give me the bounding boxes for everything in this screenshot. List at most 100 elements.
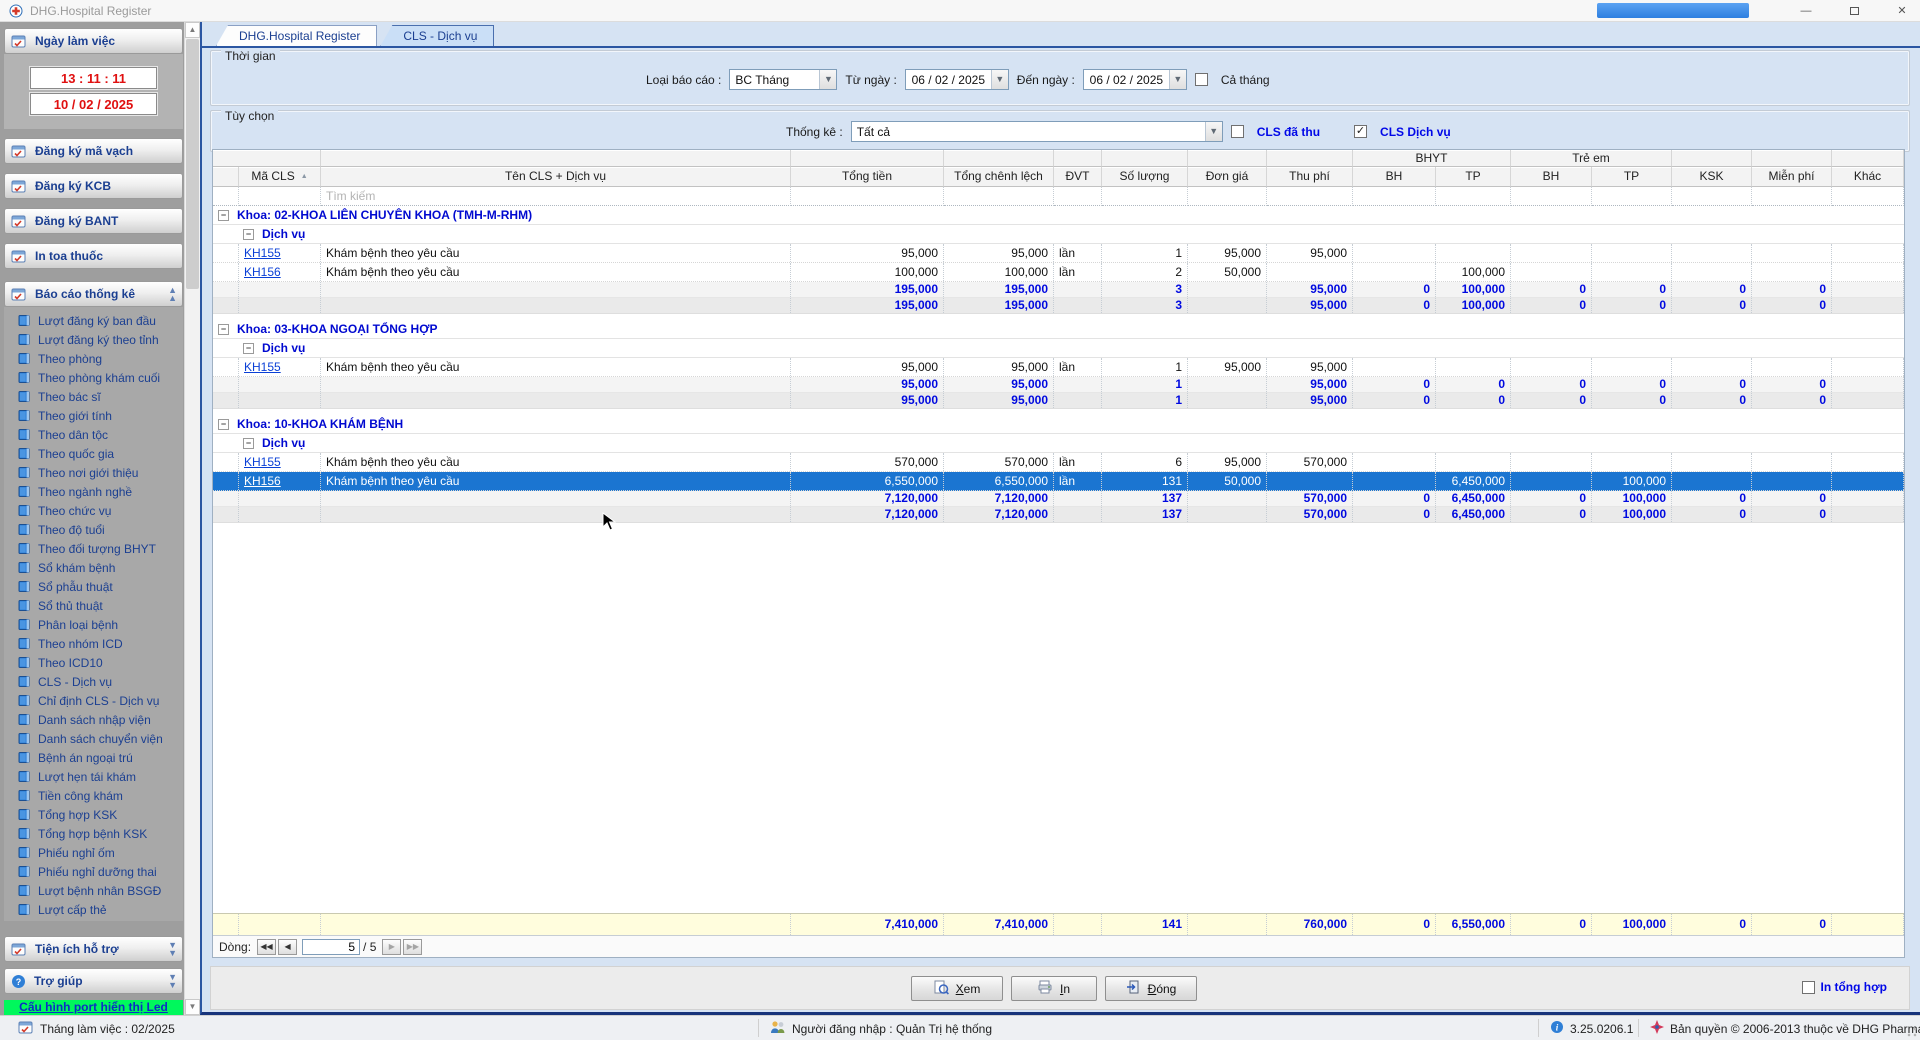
- sidebar-report-item[interactable]: Theo chức vụ: [4, 501, 183, 520]
- col-dvt[interactable]: ĐVT: [1054, 167, 1102, 187]
- sidebar-report-item[interactable]: Theo dân tộc: [4, 425, 183, 444]
- collapse-icon[interactable]: −: [218, 418, 229, 430]
- subtotal-row[interactable]: 195,000 195,000 3 95,000 0 100,000 0 0 0 0: [213, 282, 1904, 298]
- whole-month-checkbox[interactable]: [1194, 73, 1208, 86]
- sidebar-section-reports[interactable]: Báo cáo thống kê ▲ ▲: [4, 281, 183, 307]
- sidebar-report-item[interactable]: Phân loại bệnh: [4, 615, 183, 634]
- sidebar-report-item[interactable]: Theo nhóm ICD: [4, 634, 183, 653]
- group-row-khoa[interactable]: − Khoa: 10-KHOA KHÁM BỆNH: [213, 415, 1904, 434]
- collapse-icon[interactable]: −: [218, 323, 229, 335]
- cls-collected-checkbox[interactable]: [1230, 125, 1244, 138]
- chevron-down-icon[interactable]: ▼: [819, 70, 837, 89]
- table-row[interactable]: KH156 Khám bệnh theo yêu cầu 100,000 100,00…: [213, 263, 1904, 282]
- sidebar-report-item[interactable]: Theo ICD10: [4, 653, 183, 672]
- col-thu-phi[interactable]: Thu phí: [1267, 167, 1353, 187]
- close-icon[interactable]: ✕: [1880, 0, 1920, 22]
- group-total-row[interactable]: 7,120,000 7,120,000 137 570,000 0 6,450,000 0 1…: [213, 507, 1904, 523]
- subtotal-row[interactable]: 95,000 95,000 1 95,000 0 0 0 0 0 0: [213, 377, 1904, 393]
- close-button[interactable]: Đóng: [1105, 976, 1197, 1001]
- prev-page-icon[interactable]: ◀: [278, 938, 298, 955]
- print-summary-checkbox[interactable]: [1802, 980, 1816, 994]
- subtotal-row[interactable]: 7,120,000 7,120,000 137 570,000 0 6,450,000 0 1…: [213, 491, 1904, 507]
- tab-cls-dich-vu[interactable]: CLS - Dịch vụ: [380, 25, 495, 46]
- table-row[interactable]: KH155 Khám bệnh theo yêu cầu 95,000 95,000 l…: [213, 358, 1904, 377]
- sidebar-report-item[interactable]: Lượt cấp thẻ: [4, 900, 183, 919]
- cls-code-link[interactable]: KH155: [244, 455, 281, 469]
- group-row-khoa[interactable]: − Khoa: 02-KHOA LIÊN CHUYÊN KHOA (TMH-M-R…: [213, 206, 1904, 225]
- sidebar-report-item[interactable]: Sổ phẫu thuật: [4, 577, 183, 596]
- report-type-select[interactable]: BC Tháng ▼: [729, 69, 838, 90]
- led-config-link[interactable]: Cấu hình port hiển thị Led: [4, 1000, 183, 1015]
- table-row[interactable]: KH155 Khám bệnh theo yêu cầu 95,000 95,000 l…: [213, 244, 1904, 263]
- view-button[interactable]: Xem: [911, 976, 1003, 1001]
- sidebar-report-item[interactable]: Theo đối tượng BHYT: [4, 539, 183, 558]
- filter-ma-cls[interactable]: [239, 187, 321, 206]
- sidebar-scrollbar[interactable]: ▲ ▼: [184, 22, 200, 1015]
- table-row[interactable]: KH155 Khám bệnh theo yêu cầu 570,000 570,00…: [213, 453, 1904, 472]
- resize-grip[interactable]: [1906, 1026, 1918, 1038]
- col-treem-tp[interactable]: TP: [1592, 167, 1672, 187]
- group-total-row[interactable]: 195,000 195,000 3 95,000 0 100,000 0 0 0 0: [213, 298, 1904, 314]
- chevron-down-icon[interactable]: ▼ ▼: [168, 941, 177, 958]
- sidebar-report-item[interactable]: Theo giới tính: [4, 406, 183, 425]
- sidebar-group-tiện-ích-hỗ-trợ[interactable]: Tiện ích hỗ trợ ▼ ▼: [4, 936, 183, 962]
- table-row-selected[interactable]: KH156 Khám bệnh theo yêu cầu 6,550,000 6,55…: [213, 472, 1904, 491]
- sidebar-group-trợ-giúp[interactable]: ? Trợ giúp ▼ ▼: [4, 968, 183, 994]
- page-input[interactable]: 5: [302, 938, 361, 955]
- sidebar-report-item[interactable]: Lượt đăng ký theo tỉnh: [4, 330, 183, 349]
- maximize-button[interactable]: [1832, 0, 1876, 22]
- sidebar-report-item[interactable]: Bệnh án ngoại trú: [4, 748, 183, 767]
- col-ksk[interactable]: KSK: [1672, 167, 1752, 187]
- scrollbar-thumb[interactable]: [186, 39, 199, 289]
- col-so-luong[interactable]: Số lượng: [1102, 167, 1188, 187]
- sidebar-report-item[interactable]: Chỉ định CLS - Dịch vụ: [4, 691, 183, 710]
- sidebar-group-in-toa-thuốc[interactable]: In toa thuốc: [4, 243, 183, 269]
- sidebar-report-item[interactable]: CLS - Dịch vụ: [4, 672, 183, 691]
- sidebar-report-item[interactable]: Theo độ tuổi: [4, 520, 183, 539]
- scroll-up-icon[interactable]: ▲: [185, 22, 200, 38]
- to-date-input[interactable]: 06 / 02 / 2025 ▼: [1082, 69, 1187, 90]
- sidebar-group-đăng-ký-bant[interactable]: Đăng ký BANT: [4, 208, 183, 234]
- print-button[interactable]: In: [1011, 976, 1097, 1001]
- last-page-icon[interactable]: ▶▶: [403, 938, 423, 955]
- sidebar-report-item[interactable]: Theo phòng khám cuối: [4, 368, 183, 387]
- col-tong-tien[interactable]: Tổng tiền: [791, 167, 944, 187]
- sidebar-group-đăng-ký-kcb[interactable]: Đăng ký KCB: [4, 173, 183, 199]
- cls-code-link[interactable]: KH155: [244, 246, 281, 260]
- from-date-input[interactable]: 06 / 02 / 2025 ▼: [904, 69, 1009, 90]
- collapse-icon[interactable]: −: [243, 437, 254, 449]
- group-row-dichvu[interactable]: − Dịch vụ: [213, 434, 1904, 453]
- col-don-gia[interactable]: Đơn giá: [1188, 167, 1267, 187]
- group-row-dichvu[interactable]: − Dịch vụ: [213, 225, 1904, 244]
- sidebar-report-item[interactable]: Phiếu nghỉ dưỡng thai: [4, 862, 183, 881]
- sidebar-report-item[interactable]: Sổ thủ thuật: [4, 596, 183, 615]
- titlebar-blue-indicator[interactable]: [1597, 3, 1749, 18]
- sidebar-report-item[interactable]: Theo bác sĩ: [4, 387, 183, 406]
- group-row-dichvu[interactable]: − Dịch vụ: [213, 339, 1904, 358]
- sidebar-report-item[interactable]: Theo quốc gia: [4, 444, 183, 463]
- collapse-icon[interactable]: −: [243, 342, 254, 354]
- group-total-row[interactable]: 95,000 95,000 1 95,000 0 0 0 0 0 0: [213, 393, 1904, 409]
- cls-code-link[interactable]: KH155: [244, 360, 281, 374]
- sidebar-report-item[interactable]: Lượt bệnh nhân BSGĐ: [4, 881, 183, 900]
- group-row-khoa[interactable]: − Khoa: 03-KHOA NGOẠI TỔNG HỢP: [213, 320, 1904, 339]
- sidebar-report-item[interactable]: Tổng hợp KSK: [4, 805, 183, 824]
- col-bhyt-bh[interactable]: BH: [1353, 167, 1436, 187]
- minimize-button[interactable]: —: [1784, 0, 1828, 22]
- col-mien-phi[interactable]: Miễn phí: [1752, 167, 1832, 187]
- tab-hospital-register[interactable]: DHG.Hospital Register: [216, 25, 378, 46]
- next-page-icon[interactable]: ▶: [382, 938, 402, 955]
- col-ma-cls[interactable]: Mã CLS ▲: [239, 167, 321, 187]
- chevron-down-icon[interactable]: ▼: [1168, 70, 1186, 89]
- sidebar-group-đăng-ký-mã-vạch[interactable]: Đăng ký mã vạch: [4, 138, 183, 164]
- sidebar-report-item[interactable]: Theo phòng: [4, 349, 183, 368]
- collapse-icon[interactable]: −: [243, 228, 254, 240]
- collapse-icon[interactable]: −: [218, 209, 229, 221]
- sidebar-report-item[interactable]: Theo nơi giới thiệu: [4, 463, 183, 482]
- chevron-down-icon[interactable]: ▼: [990, 70, 1008, 89]
- sidebar-report-item[interactable]: Sổ khám bệnh: [4, 558, 183, 577]
- sidebar-report-item[interactable]: Lượt hẹn tái khám: [4, 767, 183, 786]
- stat-select[interactable]: Tất cả ▼: [850, 121, 1223, 142]
- col-ten-cls[interactable]: Tên CLS + Dịch vụ: [321, 167, 791, 187]
- chevron-down-icon[interactable]: ▼ ▼: [168, 973, 177, 990]
